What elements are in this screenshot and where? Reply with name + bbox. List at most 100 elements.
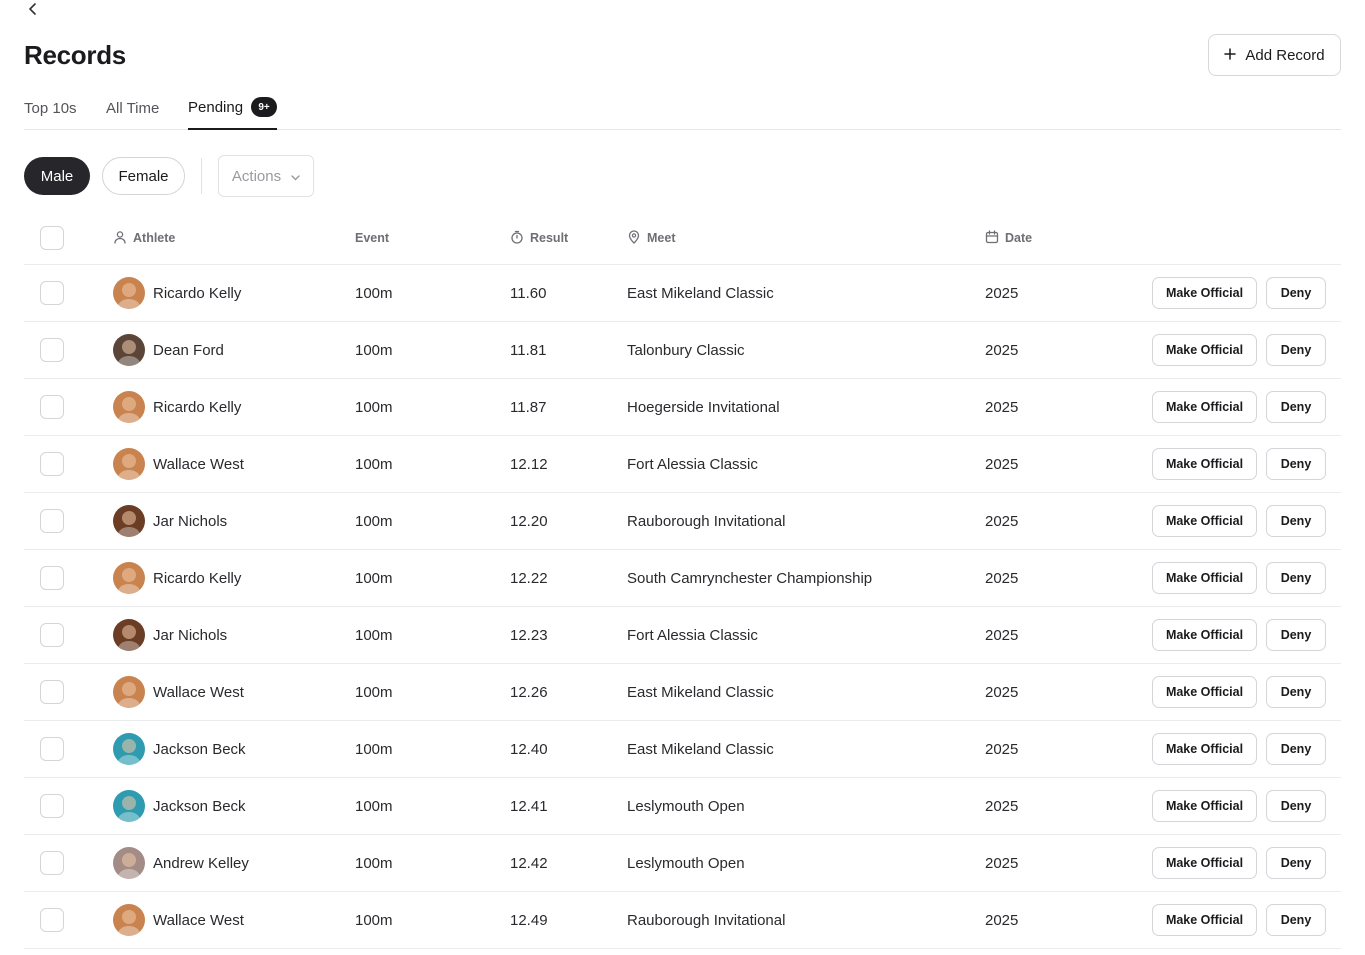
add-record-button[interactable]: Add Record — [1208, 34, 1341, 76]
date-cell: 2025 — [985, 569, 1019, 587]
event-cell: 100m — [355, 569, 393, 587]
back-chevron-icon[interactable] — [24, 0, 42, 18]
athlete-name[interactable]: Ricardo Kelly — [153, 570, 241, 587]
divider — [201, 158, 202, 194]
deny-button[interactable]: Deny — [1266, 334, 1326, 366]
athlete-name[interactable]: Jackson Beck — [153, 741, 246, 758]
tab-top-10s[interactable]: Top 10s — [24, 86, 77, 130]
athlete-name[interactable]: Andrew Kelley — [153, 855, 249, 872]
event-cell: 100m — [355, 512, 393, 530]
deny-button[interactable]: Deny — [1266, 619, 1326, 651]
athlete-name[interactable]: Ricardo Kelly — [153, 399, 241, 416]
deny-button[interactable]: Deny — [1266, 391, 1326, 423]
result-cell: 12.41 — [510, 797, 548, 815]
row-actions: Make Official Deny — [1152, 550, 1326, 606]
make-official-button[interactable]: Make Official — [1152, 562, 1257, 594]
avatar — [113, 505, 145, 537]
row-checkbox[interactable] — [40, 395, 64, 419]
header-event: Event — [355, 231, 390, 245]
row-actions: Make Official Deny — [1152, 835, 1326, 891]
row-checkbox[interactable] — [40, 908, 64, 932]
tab-all-time[interactable]: All Time — [106, 86, 159, 130]
avatar — [113, 847, 145, 879]
make-official-button[interactable]: Make Official — [1152, 334, 1257, 366]
table-row: Wallace West 100m 12.49 Rauborough Invit… — [24, 892, 1341, 949]
avatar — [113, 277, 145, 309]
row-checkbox[interactable] — [40, 851, 64, 875]
make-official-button[interactable]: Make Official — [1152, 619, 1257, 651]
event-cell: 100m — [355, 797, 393, 815]
select-all-checkbox[interactable] — [40, 226, 64, 250]
avatar — [113, 676, 145, 708]
make-official-button[interactable]: Make Official — [1152, 505, 1257, 537]
event-cell: 100m — [355, 911, 393, 929]
make-official-button[interactable]: Make Official — [1152, 277, 1257, 309]
table-row: Wallace West 100m 12.26 East Mikeland Cl… — [24, 664, 1341, 721]
row-checkbox[interactable] — [40, 281, 64, 305]
filter-male[interactable]: Male — [24, 157, 90, 195]
deny-button[interactable]: Deny — [1266, 562, 1326, 594]
deny-button[interactable]: Deny — [1266, 676, 1326, 708]
athlete-name[interactable]: Dean Ford — [153, 342, 224, 359]
filter-female[interactable]: Female — [102, 157, 185, 195]
meet-cell: East Mikeland Classic — [627, 740, 774, 758]
meet-cell: Leslymouth Open — [627, 854, 745, 872]
result-cell: 12.22 — [510, 569, 548, 587]
row-checkbox[interactable] — [40, 566, 64, 590]
row-checkbox[interactable] — [40, 794, 64, 818]
make-official-button[interactable]: Make Official — [1152, 904, 1257, 936]
table-row: Wallace West 100m 12.12 Fort Alessia Cla… — [24, 436, 1341, 493]
event-cell: 100m — [355, 854, 393, 872]
row-checkbox[interactable] — [40, 737, 64, 761]
row-checkbox[interactable] — [40, 623, 64, 647]
athlete-name[interactable]: Ricardo Kelly — [153, 285, 241, 302]
event-cell: 100m — [355, 398, 393, 416]
athlete-name[interactable]: Jar Nichols — [153, 513, 227, 530]
deny-button[interactable]: Deny — [1266, 790, 1326, 822]
actions-dropdown[interactable]: Actions — [218, 155, 314, 197]
make-official-button[interactable]: Make Official — [1152, 448, 1257, 480]
row-actions: Make Official Deny — [1152, 664, 1326, 720]
deny-button[interactable]: Deny — [1266, 505, 1326, 537]
row-checkbox[interactable] — [40, 452, 64, 476]
row-actions: Make Official Deny — [1152, 607, 1326, 663]
deny-button[interactable]: Deny — [1266, 904, 1326, 936]
tab-pending[interactable]: Pending 9+ — [188, 86, 278, 130]
athlete-name[interactable]: Wallace West — [153, 684, 244, 701]
result-cell: 11.60 — [510, 284, 547, 302]
table-row: Jackson Beck 100m 12.41 Leslymouth Open … — [24, 778, 1341, 835]
athlete-name[interactable]: Wallace West — [153, 456, 244, 473]
athlete-name[interactable]: Jackson Beck — [153, 798, 246, 815]
athlete-name[interactable]: Wallace West — [153, 912, 244, 929]
records-table: Athlete Event Result Meet Date Ricardo K… — [24, 212, 1341, 949]
row-checkbox[interactable] — [40, 338, 64, 362]
result-cell: 12.26 — [510, 683, 548, 701]
table-row: Ricardo Kelly 100m 12.22 South Camrynche… — [24, 550, 1341, 607]
make-official-button[interactable]: Make Official — [1152, 676, 1257, 708]
meet-cell: South Camrynchester Championship — [627, 569, 873, 587]
deny-button[interactable]: Deny — [1266, 733, 1326, 765]
athlete-cell: Wallace West — [113, 436, 244, 492]
athlete-cell: Andrew Kelley — [113, 835, 249, 891]
deny-button[interactable]: Deny — [1266, 847, 1326, 879]
table-row: Jar Nichols 100m 12.20 Rauborough Invita… — [24, 493, 1341, 550]
table-row: Jackson Beck 100m 12.40 East Mikeland Cl… — [24, 721, 1341, 778]
make-official-button[interactable]: Make Official — [1152, 847, 1257, 879]
deny-button[interactable]: Deny — [1266, 277, 1326, 309]
make-official-button[interactable]: Make Official — [1152, 391, 1257, 423]
avatar — [113, 448, 145, 480]
header-date: Date — [985, 212, 1032, 264]
make-official-button[interactable]: Make Official — [1152, 790, 1257, 822]
make-official-button[interactable]: Make Official — [1152, 733, 1257, 765]
athlete-cell: Jackson Beck — [113, 721, 246, 777]
athlete-name[interactable]: Jar Nichols — [153, 627, 227, 644]
header-meet: Meet — [627, 212, 675, 264]
date-cell: 2025 — [985, 284, 1019, 302]
row-checkbox[interactable] — [40, 680, 64, 704]
row-actions: Make Official Deny — [1152, 721, 1326, 777]
meet-cell: Hoegerside Invitational — [627, 398, 780, 416]
calendar-icon — [985, 229, 999, 247]
athlete-cell: Ricardo Kelly — [113, 265, 241, 321]
deny-button[interactable]: Deny — [1266, 448, 1326, 480]
row-checkbox[interactable] — [40, 509, 64, 533]
